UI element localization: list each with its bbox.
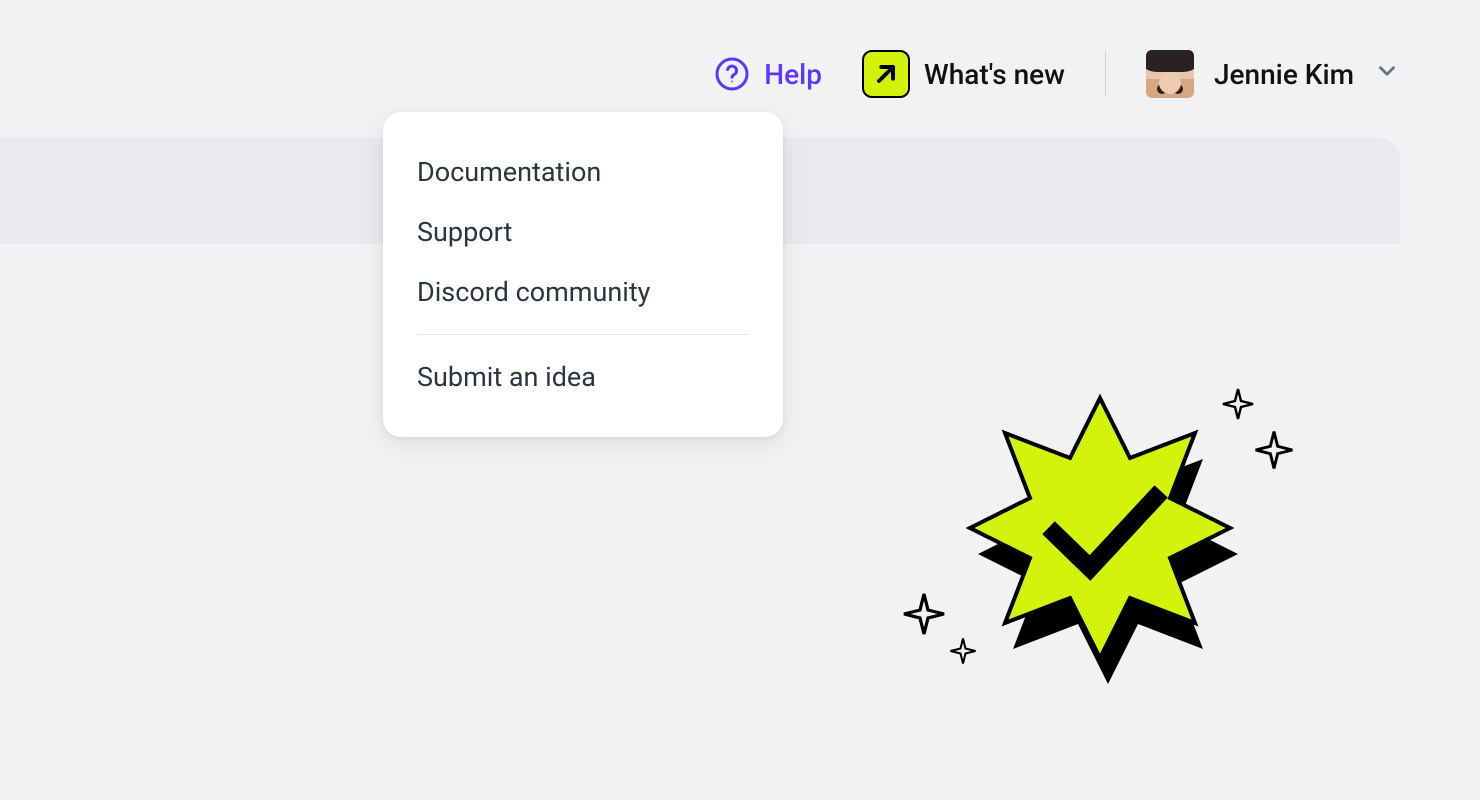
user-menu-button[interactable]: Jennie Kim: [1146, 50, 1400, 98]
arrow-up-right-icon: [862, 50, 910, 98]
help-menu-submit-idea[interactable]: Submit an idea: [383, 347, 783, 407]
help-circle-icon: [714, 56, 750, 92]
topbar-separator: [1105, 51, 1106, 97]
sparkle-icon: [948, 636, 978, 670]
user-name: Jennie Kim: [1214, 58, 1354, 91]
whats-new-button[interactable]: What's new: [862, 50, 1065, 98]
help-menu-discord[interactable]: Discord community: [383, 262, 783, 322]
chevron-down-icon: [1374, 58, 1400, 91]
help-label: Help: [764, 58, 822, 91]
sparkle-icon: [900, 590, 948, 642]
help-menu-documentation[interactable]: Documentation: [383, 142, 783, 202]
whats-new-label: What's new: [924, 58, 1065, 91]
help-button[interactable]: Help: [714, 56, 822, 92]
avatar: [1146, 50, 1194, 98]
help-menu-support[interactable]: Support: [383, 202, 783, 262]
dropdown-divider: [417, 334, 749, 335]
sparkle-icon: [1252, 428, 1296, 476]
help-dropdown: Documentation Support Discord community …: [383, 112, 783, 437]
success-starburst-graphic: [890, 380, 1290, 700]
sparkle-icon: [1220, 386, 1256, 426]
